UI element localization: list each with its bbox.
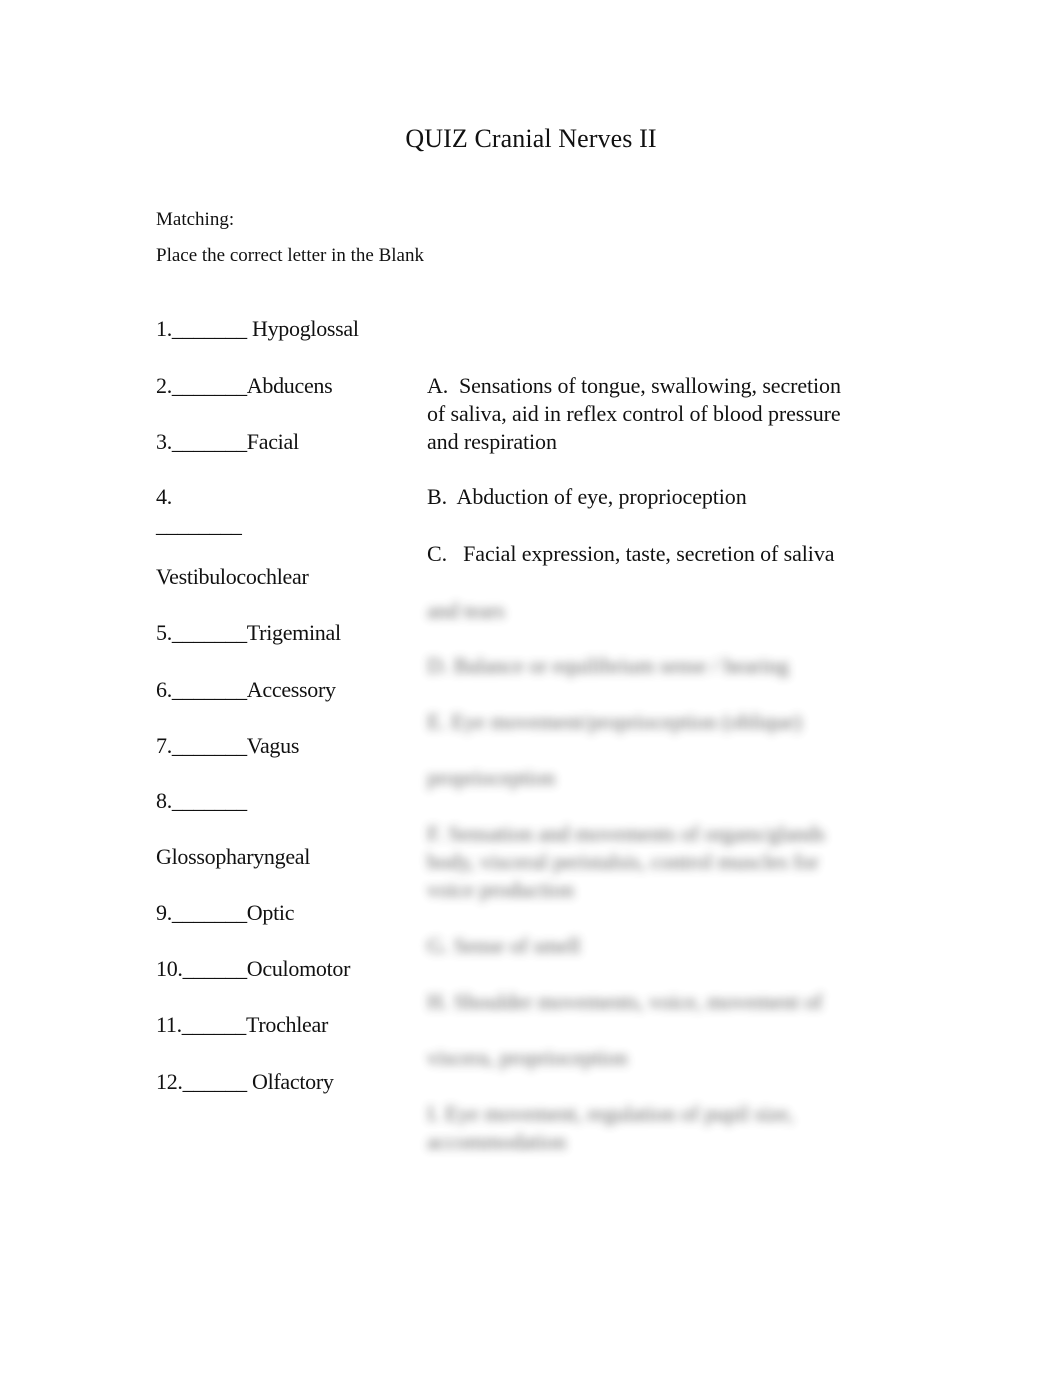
choice-c-line-1: C. Facial expression, taste, secretion o… [427,541,835,566]
obscured-line: H. Shoulder movements, voice, movement o… [427,989,823,1014]
obscured-line: E. Eye movement/proprioception (oblique) [427,709,802,734]
obscured-line: accommodation [427,1129,567,1154]
choice-c: C. Facial expression, taste, secretion o… [427,540,897,568]
obscured-line: body, visceral peristalsis, control musc… [427,849,819,874]
choice-b: B. Abduction of eye, proprioception [427,483,897,511]
choice-a-line-3: and respiration [427,429,557,454]
nerve-item-4-blank: ________ [156,512,242,537]
nerve-item-3: 3._______Facial [156,429,299,454]
obscured-line: I. Eye movement, regulation of pupil siz… [427,1101,794,1126]
nerve-item-4-name: Vestibulocochlear [156,564,309,589]
obscured-line: viscera, proprioception [427,1045,628,1070]
nerve-item-11: 11.______Trochlear [156,1012,329,1037]
nerve-item-10: 10.______Oculomotor [156,956,351,981]
page-title: QUIZ Cranial Nerves II [405,124,657,153]
obscured-line: G. Sense of smell [427,933,581,958]
obscured-line: F. Sensation and movements of organs/gla… [427,821,826,846]
nerve-item-5: 5._______Trigeminal [156,620,341,645]
section-label: Matching: [156,209,235,230]
nerve-item-1: 1._______ Hypoglossal [156,316,359,341]
obscured-line: D. Balance or equilibrium sense / hearin… [427,653,789,678]
nerve-item-8-number: 8._______ [156,788,247,813]
nerve-item-9: 9._______Optic [156,900,295,925]
nerve-item-8-name: Glossopharyngeal [156,844,311,869]
nerve-item-6: 6._______Accessory [156,677,336,702]
choice-a: A. Sensations of tongue, swallowing, sec… [427,372,897,456]
choice-b-line-1: B. Abduction of eye, proprioception [427,484,747,509]
obscured-line: and tears [427,598,505,623]
obscured-line: voice production [427,877,574,902]
instruction-text: Place the correct letter in the Blank [156,245,424,266]
choice-a-line-2: of saliva, aid in reflex control of bloo… [427,401,841,426]
document-page: QUIZ Cranial Nerves II Matching: Place t… [0,0,1062,1377]
choice-a-line-1: A. Sensations of tongue, swallowing, sec… [427,373,841,398]
nerve-item-7: 7._______Vagus [156,733,300,758]
obscured-line: proprioception [427,765,556,790]
nerve-item-12: 12.______ Olfactory [156,1069,334,1094]
nerve-item-4-number: 4. [156,484,172,509]
nerve-item-2: 2._______Abducens [156,373,333,398]
